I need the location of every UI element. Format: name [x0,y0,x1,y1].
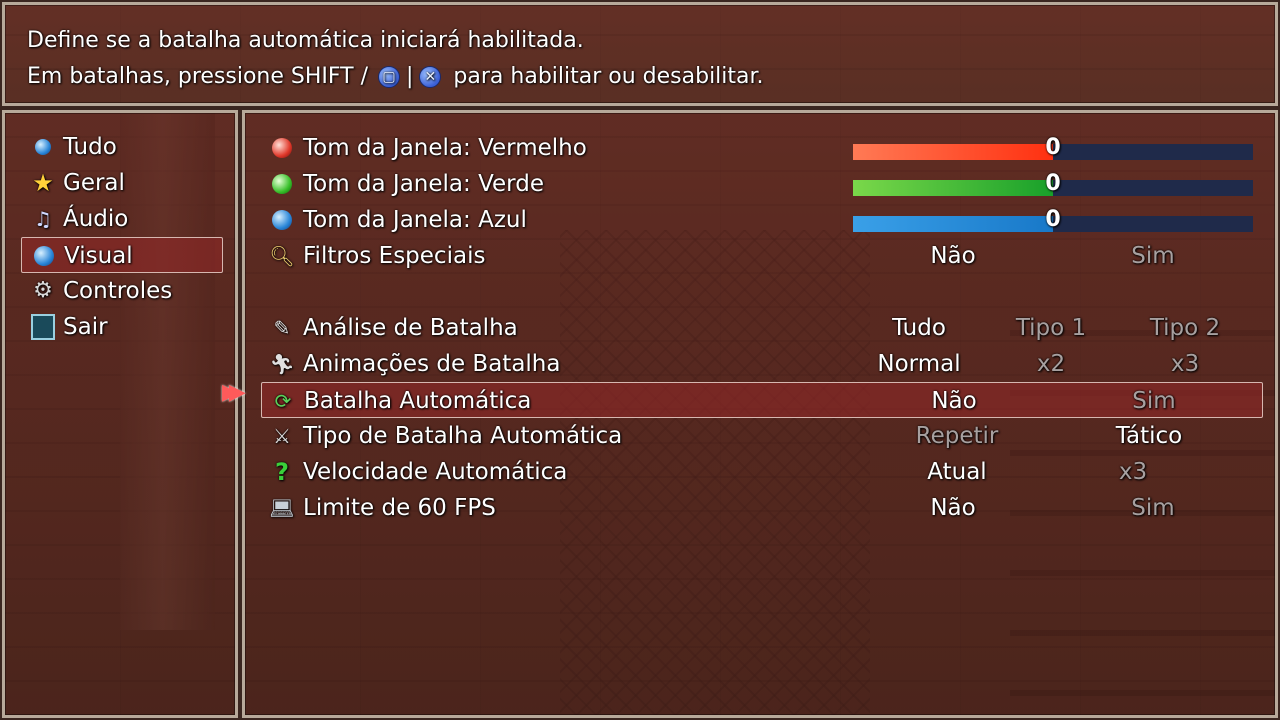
help-line-2: Em batalhas, pressione SHIFT / ▢ | ✕ par… [27,59,1275,95]
option-label: Limite de 60 FPS [303,495,496,521]
category-visual[interactable]: Visual [21,237,223,273]
option-label: Tom da Janela: Verde [303,171,544,197]
gear-icon: ⚙ [33,278,53,303]
slider-fill-blue [853,216,1053,232]
laptop-icon: 💻︎ [269,496,295,520]
option-row-limite-60-fps[interactable]: 💻︎ Limite de 60 FPS Não Sim [261,490,1263,526]
category-geral[interactable]: ★ Geral [21,165,223,201]
slider-fill-green [853,180,1053,196]
option-row-velocidade-automatica[interactable]: ? Velocidade Automática Atual x3 [261,454,1263,490]
option-label: Tipo de Batalha Automática [303,423,623,449]
option-label: Velocidade Automática [303,459,568,485]
red-orb-icon [269,135,295,161]
option-label: Tom da Janela: Vermelho [303,135,587,161]
category-label: Controles [63,278,173,304]
option-value-sim[interactable]: Sim [1132,383,1175,419]
option-row-tom-verde[interactable]: Tom da Janela: Verde 0 [261,166,1263,202]
category-label: Geral [63,170,125,196]
option-value-tipo-1[interactable]: Tipo 1 [1016,310,1086,346]
option-row-tom-azul[interactable]: Tom da Janela: Azul 0 [261,202,1263,238]
option-value-sim[interactable]: Sim [1131,490,1174,526]
option-row-tom-vermelho[interactable]: Tom da Janela: Vermelho 0 [261,130,1263,166]
option-value-tatico[interactable]: Tático [1116,418,1182,454]
option-row-filtros-especiais[interactable]: 🔍︎ Filtros Especiais Não Sim [261,238,1263,274]
option-row-batalha-automatica[interactable]: ⟳ Batalha Automática Não Sim [261,382,1263,418]
category-label: Sair [63,314,108,340]
option-value-x3[interactable]: x3 [1171,346,1199,382]
auto-cycle-icon: ⟳ [274,389,292,413]
question-icon: ? [275,458,289,486]
square-button-icon: ▢ [378,66,400,88]
options-window: Tom da Janela: Vermelho 0 Tom da Janela:… [240,108,1280,720]
option-label: Análise de Batalha [303,315,518,341]
category-window: Tudo ★ Geral ♫ Áudio Visual ⚙ Controles … [0,108,240,720]
help-line-2-suffix: para habilitar ou desabilitar. [453,64,764,89]
slider-value-green: 0 [1045,171,1061,196]
quill-icon: ✎ [273,316,291,340]
music-note-icon: ♫ [34,207,52,231]
slider-fill-red [853,144,1053,160]
option-row-tipo-batalha-automatica[interactable]: ⚔ Tipo de Batalha Automática Repetir Tát… [261,418,1263,454]
blue-orb-icon [31,135,55,159]
slider-value-blue: 0 [1045,207,1061,232]
selection-cursor-icon: ▶▶ [222,380,246,405]
star-icon: ★ [32,169,54,197]
magnifier-icon: 🔍︎ [269,244,295,268]
option-value-nao[interactable]: Não [930,490,975,526]
option-value-repetir[interactable]: Repetir [916,418,999,454]
option-row-animacoes-batalha[interactable]: 🏃︎ Animações de Batalha Normal x2 x3 [261,346,1263,382]
option-value-sim[interactable]: Sim [1131,238,1174,274]
category-tudo[interactable]: Tudo [21,129,223,165]
option-label: Filtros Especiais [303,243,486,269]
help-window: Define se a batalha automática iniciará … [0,0,1280,108]
option-value-x2[interactable]: x2 [1037,346,1065,382]
option-value-nao[interactable]: Não [931,383,976,419]
category-label: Áudio [63,206,129,232]
help-line-1: Define se a batalha automática iniciará … [27,28,584,53]
option-value-atual[interactable]: Atual [927,454,986,490]
option-value-normal[interactable]: Normal [877,346,960,382]
help-separator: | [406,64,414,89]
cross-button-icon: ✕ [419,66,442,88]
option-value-tipo-2[interactable]: Tipo 2 [1150,310,1220,346]
option-value-nao[interactable]: Não [930,238,975,274]
option-label: Animações de Batalha [303,351,561,377]
category-audio[interactable]: ♫ Áudio [21,201,223,237]
help-line-2-prefix: Em batalhas, pressione SHIFT / [27,64,368,89]
option-label: Tom da Janela: Azul [303,207,527,233]
category-controles[interactable]: ⚙ Controles [21,273,223,309]
category-label: Tudo [63,134,117,160]
option-value-x3[interactable]: x3 [1119,454,1147,490]
blue-orb-icon [269,207,295,233]
exit-icon [31,314,55,340]
option-value-tudo[interactable]: Tudo [892,310,946,346]
slider-value-red: 0 [1045,135,1061,160]
globe-icon [32,244,56,268]
green-orb-icon [269,171,295,197]
category-label: Visual [64,243,133,269]
sword-icon: ⚔ [273,424,291,448]
option-label: Batalha Automática [304,388,532,414]
figure-icon: 🏃︎ [269,352,295,376]
option-row-analise-batalha[interactable]: ✎ Análise de Batalha Tudo Tipo 1 Tipo 2 [261,310,1263,346]
category-sair[interactable]: Sair [21,309,223,345]
